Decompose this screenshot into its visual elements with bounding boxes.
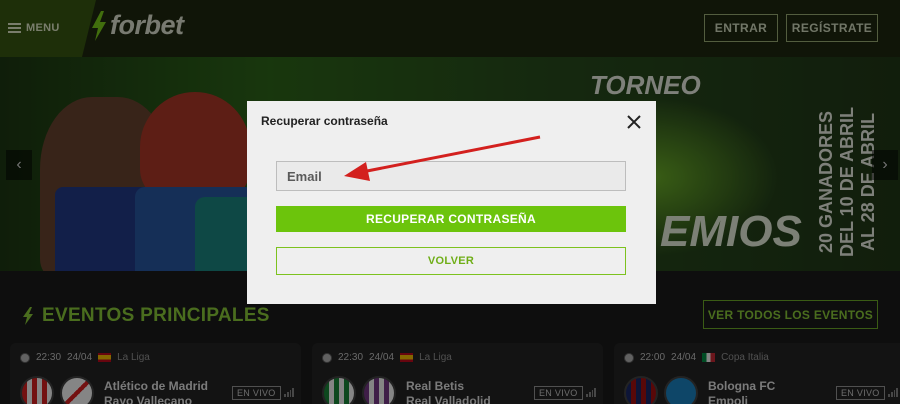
- back-button[interactable]: VOLVER: [276, 247, 626, 275]
- modal-title: Recuperar contraseña: [261, 114, 388, 128]
- email-input[interactable]: [276, 161, 626, 191]
- close-icon[interactable]: [625, 113, 643, 131]
- recover-password-button[interactable]: RECUPERAR CONTRASEÑA: [276, 206, 626, 232]
- recover-password-modal: Recuperar contraseña RECUPERAR CONTRASEÑ…: [247, 101, 656, 304]
